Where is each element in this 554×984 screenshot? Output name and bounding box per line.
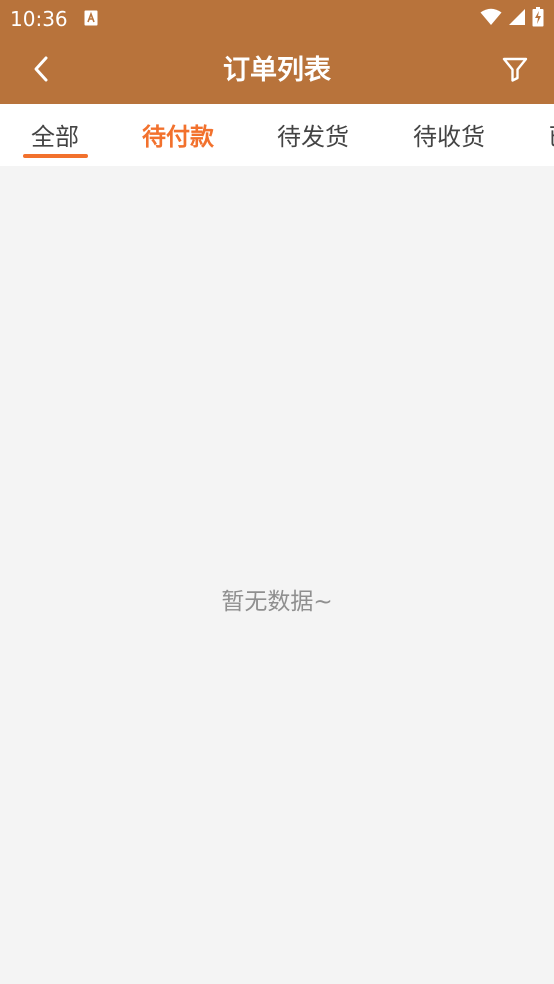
order-status-tabs: 全部 待付款 待发货 待收货 已 [0,104,554,166]
filter-icon [502,56,528,86]
status-time: 10:36 [10,7,68,31]
page-title: 订单列表 [223,55,331,86]
filter-button[interactable] [496,52,534,90]
wifi-icon [480,8,502,30]
empty-state-message: 暂无数据~ [221,589,333,615]
tab-pending-receipt[interactable]: 待收货 [413,104,485,166]
order-list-content: 暂无数据~ [0,166,554,984]
notification-app-icon [84,10,98,26]
tab-indicator [23,154,88,158]
status-icons [480,7,544,31]
tab-pending-shipment[interactable]: 待发货 [277,104,349,166]
back-button[interactable] [22,52,60,90]
status-bar: 10:36 [0,0,554,38]
tab-pending-payment[interactable]: 待付款 [142,104,214,166]
cellular-signal-icon [508,8,526,30]
app-bar: 订单列表 [0,38,554,104]
chevron-left-icon [31,55,51,87]
battery-charging-icon [532,7,544,31]
order-list-screen: 10:36 订单列表 全部 待付款 待发货 待收货 暂无数据~ [0,0,554,984]
tab-more-partial[interactable]: 已 [548,104,554,166]
